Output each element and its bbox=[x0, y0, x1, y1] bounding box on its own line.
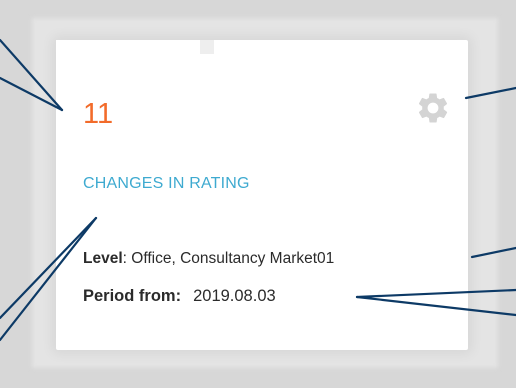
card-tab-notch bbox=[200, 40, 214, 54]
period-value: 2019.08.03 bbox=[193, 287, 276, 305]
gear-icon[interactable] bbox=[415, 90, 451, 126]
widget-title[interactable]: CHANGES IN RATING bbox=[83, 175, 250, 193]
level-line: Level: Office, Consultancy Market01 bbox=[83, 250, 335, 267]
period-label: Period from: bbox=[83, 287, 182, 305]
level-label: Level bbox=[83, 250, 123, 267]
level-value: Office, Consultancy Market01 bbox=[131, 250, 335, 267]
period-line: Period from: 2019.08.03 bbox=[83, 287, 276, 306]
screenshot-stage: 11 CHANGES IN RATING Level: Office, Cons… bbox=[0, 0, 516, 388]
card-tab bbox=[56, 40, 206, 52]
change-count: 11 bbox=[83, 98, 114, 130]
